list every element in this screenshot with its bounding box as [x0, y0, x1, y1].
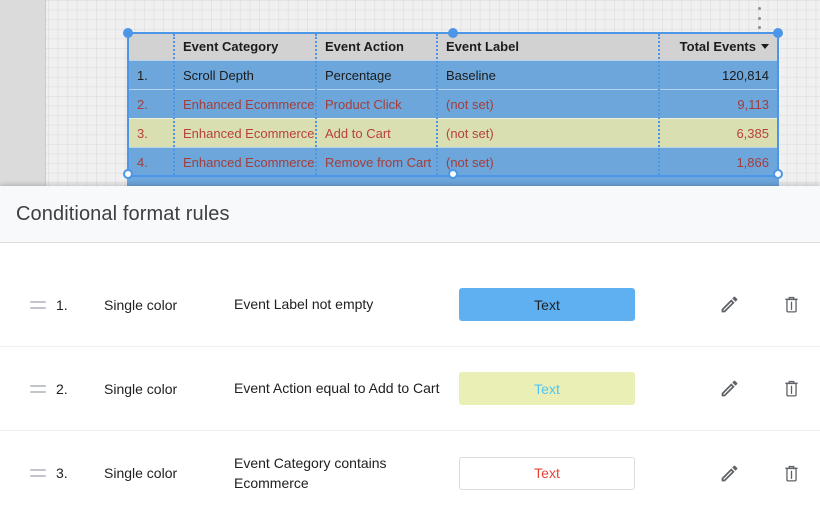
table-row: 3. Enhanced Ecommerce Add to Cart (not s… [127, 118, 779, 147]
row-number-cell: 1. [127, 68, 173, 83]
table-row: 1. Scroll Depth Percentage Baseline 120,… [127, 60, 779, 89]
row-number-cell: 3. [127, 126, 173, 141]
rule-condition: Event Label not empty [234, 294, 459, 314]
rule-type: Single color [104, 297, 220, 313]
total-events-cell: 6,385 [658, 126, 779, 141]
drag-handle-icon[interactable] [30, 385, 46, 393]
total-events-cell: 1,866 [658, 155, 779, 170]
rule-type: Single color [104, 465, 220, 481]
format-rule-row: 1. Single color Event Label not empty Te… [0, 263, 820, 347]
data-studio-editor: Event Category Event Action Event Label … [0, 0, 820, 524]
trash-icon [781, 378, 802, 399]
row-number-cell: 4. [127, 155, 173, 170]
event-action-cell: Remove from Cart [315, 155, 436, 170]
format-rule-row: 2. Single color Event Action equal to Ad… [0, 347, 820, 431]
rule-number: 3. [56, 465, 80, 481]
rule-condition: Event Action equal to Add to Cart [234, 378, 459, 398]
column-header-event-label[interactable]: Event Label [436, 39, 658, 54]
sort-desc-icon [761, 44, 769, 49]
event-label-cell: Baseline [436, 68, 658, 83]
event-action-cell: Percentage [315, 68, 436, 83]
trash-icon [781, 463, 802, 484]
panel-title: Conditional format rules [16, 203, 230, 226]
column-header-event-action[interactable]: Event Action [315, 39, 436, 54]
events-table[interactable]: Event Category Event Action Event Label … [127, 33, 779, 186]
resize-handle-top-left[interactable] [123, 28, 133, 38]
panel-header: Conditional format rules [0, 186, 820, 243]
edit-rule-button[interactable] [711, 455, 747, 491]
kebab-menu-icon[interactable] [753, 7, 765, 29]
event-category-cell: Enhanced Ecommerce [173, 126, 315, 141]
edit-rule-button[interactable] [711, 371, 747, 407]
column-header-total-events[interactable]: Total Events [658, 39, 779, 54]
event-action-cell: Product Click [315, 97, 436, 112]
table-row: 2. Enhanced Ecommerce Product Click (not… [127, 89, 779, 118]
report-canvas[interactable]: Event Category Event Action Event Label … [0, 0, 820, 186]
pencil-icon [719, 378, 740, 399]
delete-rule-button[interactable] [773, 287, 809, 323]
format-preview-swatch[interactable]: Text [459, 288, 635, 321]
trash-icon [781, 294, 802, 315]
rule-type: Single color [104, 381, 220, 397]
edit-rule-button[interactable] [711, 287, 747, 323]
drag-handle-icon[interactable] [30, 301, 46, 309]
format-rule-row: 3. Single color Event Category contains … [0, 431, 820, 515]
canvas-left-margin [0, 0, 46, 186]
resize-handle-bottom-right[interactable] [773, 169, 783, 179]
delete-rule-button[interactable] [773, 371, 809, 407]
drag-handle-icon[interactable] [30, 469, 46, 477]
column-header-event-category[interactable]: Event Category [173, 39, 315, 54]
row-number-cell: 2. [127, 97, 173, 112]
event-label-cell: (not set) [436, 97, 658, 112]
pencil-icon [719, 294, 740, 315]
resize-handle-bottom-left[interactable] [123, 169, 133, 179]
rule-number: 2. [56, 381, 80, 397]
resize-handle-top-middle[interactable] [448, 28, 458, 38]
rules-list: 1. Single color Event Label not empty Te… [0, 243, 820, 515]
resize-handle-bottom-middle[interactable] [448, 169, 458, 179]
event-action-cell: Add to Cart [315, 126, 436, 141]
event-label-cell: (not set) [436, 126, 658, 141]
resize-handle-top-right[interactable] [773, 28, 783, 38]
format-preview-swatch[interactable]: Text [459, 372, 635, 405]
delete-rule-button[interactable] [773, 455, 809, 491]
table-body: 1. Scroll Depth Percentage Baseline 120,… [127, 60, 779, 186]
pencil-icon [719, 463, 740, 484]
event-label-cell: (not set) [436, 155, 658, 170]
total-events-cell: 120,814 [658, 68, 779, 83]
event-category-cell: Scroll Depth [173, 68, 315, 83]
event-category-cell: Enhanced Ecommerce [173, 97, 315, 112]
format-preview-swatch[interactable]: Text [459, 457, 635, 490]
conditional-format-panel: Conditional format rules 1. Single color… [0, 186, 820, 524]
event-category-cell: Enhanced Ecommerce [173, 155, 315, 170]
rule-number: 1. [56, 297, 80, 313]
total-events-label: Total Events [680, 39, 756, 54]
total-events-cell: 9,113 [658, 97, 779, 112]
rule-condition: Event Category contains Ecommerce [234, 453, 459, 494]
